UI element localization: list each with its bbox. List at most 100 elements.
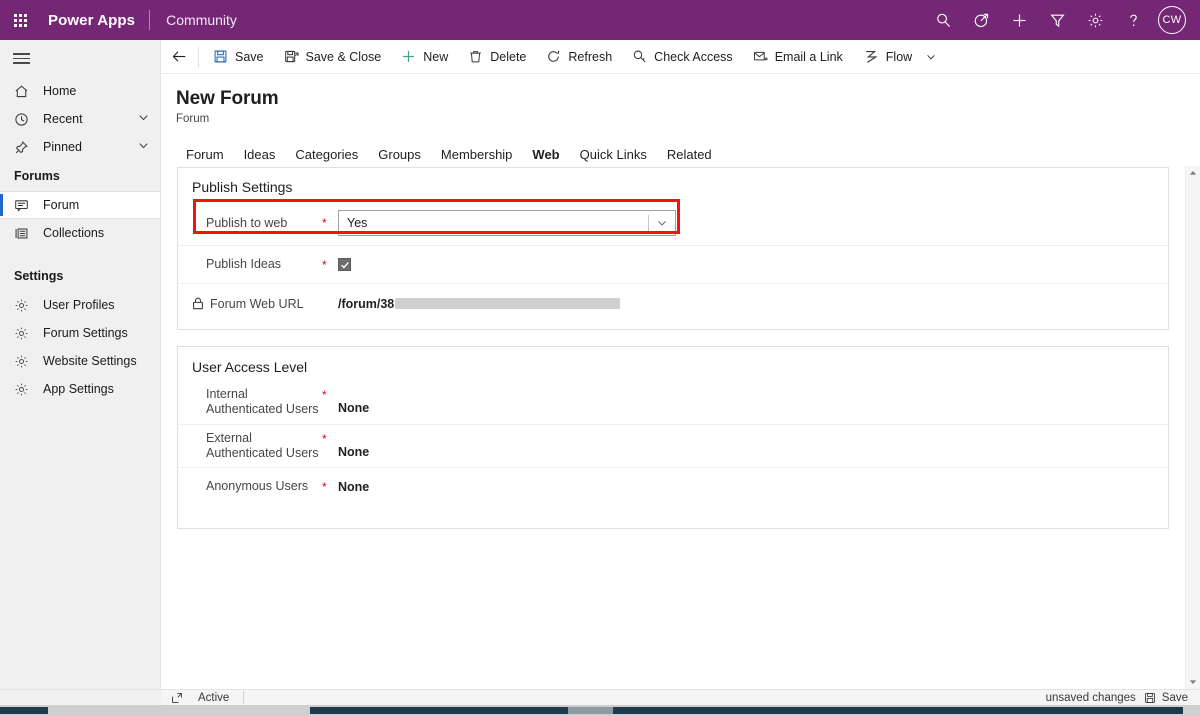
required-indicator: * [322, 432, 327, 446]
vertical-scrollbar[interactable] [1185, 166, 1200, 689]
scrollbar-thumb[interactable] [568, 707, 613, 714]
scrollbar-segment[interactable] [0, 707, 48, 714]
sidebar-item-forum-settings[interactable]: Forum Settings [0, 319, 160, 347]
top-navigation-bar: Power Apps Community CW [0, 0, 1200, 40]
sidebar: Home Recent Pinned Forums Forum Collecti… [0, 40, 161, 689]
sidebar-item-user-profiles[interactable]: User Profiles [0, 291, 160, 319]
top-bar-actions: CW [924, 0, 1200, 40]
flow-button[interactable]: Flow [853, 40, 947, 74]
assistant-icon[interactable] [962, 0, 1000, 40]
sidebar-item-forum[interactable]: Forum [0, 191, 160, 219]
refresh-icon [546, 49, 561, 64]
clock-icon [14, 112, 32, 127]
sidebar-item-label: Website Settings [43, 354, 137, 368]
search-icon[interactable] [924, 0, 962, 40]
tab-related[interactable]: Related [657, 147, 722, 169]
tab-quick-links[interactable]: Quick Links [570, 147, 657, 169]
save-button[interactable]: Save [203, 40, 274, 74]
sidebar-group-title-forums: Forums [14, 169, 60, 183]
sidebar-collapse-button[interactable] [0, 40, 160, 77]
tab-membership[interactable]: Membership [431, 147, 523, 169]
chevron-down-icon[interactable] [137, 111, 150, 127]
form-scroll-area: Publish Settings Publish to web * Yes Pu… [162, 167, 1200, 689]
required-indicator: * [322, 479, 327, 494]
publish-ideas-label: Publish Ideas [206, 257, 282, 271]
trash-icon [468, 49, 483, 64]
avatar[interactable]: CW [1158, 6, 1186, 34]
command-bar-divider [198, 46, 199, 67]
expand-icon[interactable] [162, 692, 192, 704]
sidebar-group-title-settings: Settings [14, 269, 64, 283]
status-bar: Active unsaved changes Save [162, 689, 1200, 705]
scroll-down-arrow-icon[interactable] [1186, 675, 1200, 689]
form-tabs: Forum Ideas Categories Groups Membership… [162, 139, 1200, 169]
external-authenticated-users-value[interactable]: None [338, 431, 369, 459]
list-icon [14, 226, 32, 241]
sidebar-item-website-settings[interactable]: Website Settings [0, 347, 160, 375]
save-and-close-label: Save & Close [305, 49, 382, 64]
sidebar-item-recent[interactable]: Recent [0, 105, 160, 133]
chevron-down-icon[interactable] [925, 51, 937, 63]
page-subtitle: Forum [176, 113, 210, 125]
save-icon [1144, 692, 1156, 704]
forum-web-url-label: Forum Web URL [210, 296, 304, 311]
chevron-down-icon[interactable] [649, 217, 675, 229]
status-bar-left: Active [162, 691, 245, 704]
check-access-button[interactable]: Check Access [622, 40, 743, 74]
anonymous-users-value[interactable]: None [338, 480, 369, 494]
publish-to-web-label: Publish to web [206, 215, 288, 230]
window-horizontal-scrollbar[interactable] [0, 705, 1200, 716]
gear-icon [14, 298, 32, 313]
plus-icon [401, 49, 416, 64]
email-a-link-button[interactable]: Email a Link [743, 40, 853, 74]
help-icon[interactable] [1114, 0, 1152, 40]
publish-settings-title: Publish Settings [192, 179, 293, 195]
hamburger-icon [13, 53, 30, 64]
unsaved-changes-label: unsaved changes [1045, 691, 1136, 704]
delete-button[interactable]: Delete [458, 40, 536, 74]
required-indicator: * [322, 257, 327, 272]
tab-categories[interactable]: Categories [285, 147, 368, 169]
tab-ideas[interactable]: Ideas [234, 147, 286, 169]
chevron-down-icon[interactable] [137, 139, 150, 155]
save-and-close-button[interactable]: Save & Close [274, 40, 392, 74]
brand-title[interactable]: Power Apps [40, 12, 149, 29]
forum-web-url-value-wrap: /forum/38 [338, 297, 621, 311]
back-button[interactable] [162, 40, 196, 74]
sidebar-item-home[interactable]: Home [0, 77, 160, 105]
scroll-up-arrow-icon[interactable] [1186, 166, 1200, 180]
internal-authenticated-users-label: Internal Authenticated Users [206, 387, 319, 416]
tab-groups[interactable]: Groups [368, 147, 431, 169]
form-header: New Forum Forum [162, 74, 1200, 125]
record-status: Active [198, 691, 230, 704]
pin-icon [14, 140, 32, 155]
filter-icon[interactable] [1038, 0, 1076, 40]
gear-icon[interactable] [1076, 0, 1114, 40]
refresh-button[interactable]: Refresh [536, 40, 622, 74]
publish-ideas-checkbox[interactable] [338, 258, 351, 271]
sidebar-item-app-settings[interactable]: App Settings [0, 375, 160, 403]
gear-icon [14, 382, 32, 397]
refresh-button-label: Refresh [568, 49, 613, 64]
scrollbar-segment[interactable] [310, 707, 568, 714]
publish-to-web-dropdown[interactable]: Yes [338, 210, 676, 236]
internal-authenticated-users-value[interactable]: None [338, 387, 369, 415]
lock-icon [192, 297, 204, 310]
app-name[interactable]: Community [150, 12, 237, 28]
plus-icon[interactable] [1000, 0, 1038, 40]
tab-forum[interactable]: Forum [176, 147, 234, 169]
publish-settings-section: Publish Settings Publish to web * Yes Pu… [177, 167, 1169, 330]
footer-save-button[interactable]: Save [1144, 692, 1188, 704]
gear-icon [14, 326, 32, 341]
sidebar-item-label: Collections [43, 226, 105, 240]
new-button[interactable]: New [391, 40, 458, 74]
sidebar-item-label: App Settings [43, 382, 114, 396]
external-authenticated-users-row: External Authenticated Users * None [178, 424, 1168, 467]
sidebar-item-pinned[interactable]: Pinned [0, 133, 160, 161]
sidebar-item-collections[interactable]: Collections [0, 219, 160, 247]
scrollbar-segment[interactable] [613, 707, 1183, 714]
tab-web[interactable]: Web [522, 147, 569, 169]
app-launcher-button[interactable] [0, 0, 40, 40]
sidebar-item-label: Forum [43, 198, 80, 212]
